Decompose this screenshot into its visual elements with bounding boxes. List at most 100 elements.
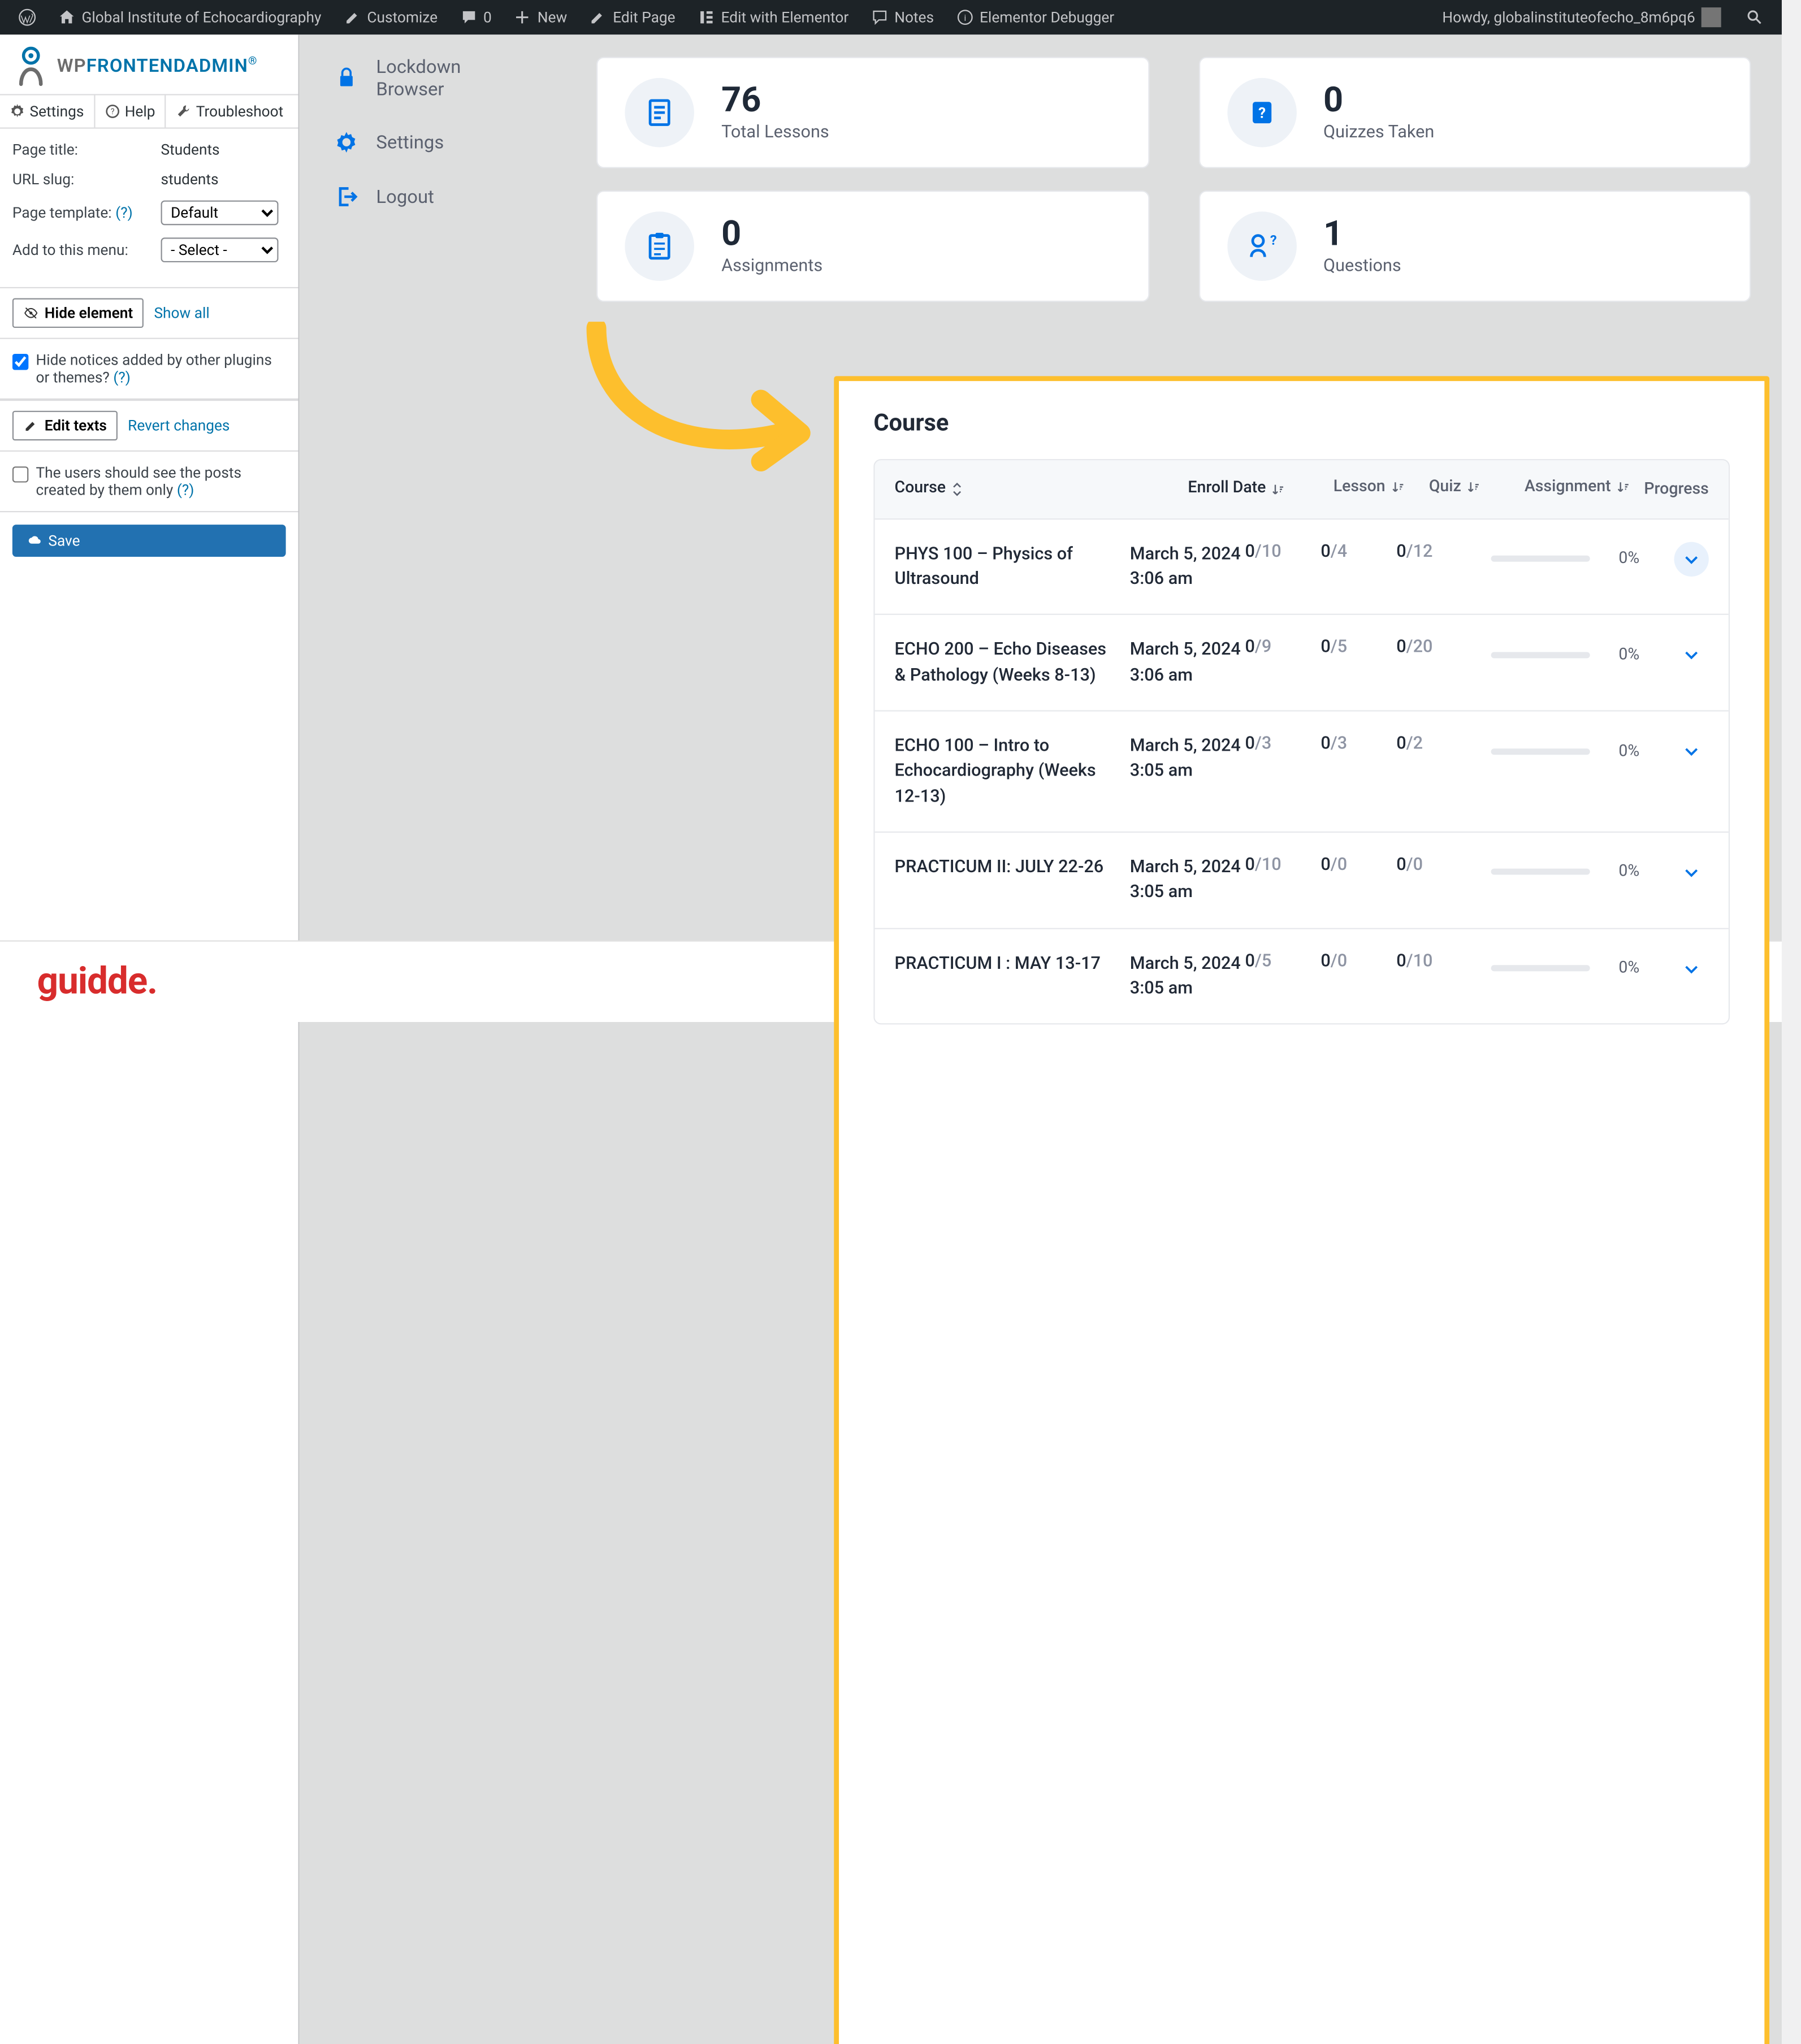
quiz-count: 0/3: [1321, 734, 1396, 753]
progress-bar: [1491, 869, 1590, 876]
progress-percent: 0%: [1603, 863, 1640, 882]
progress-cell: 0%: [1491, 638, 1709, 672]
table-row: PRACTICUM I : MAY 13-17 March 5, 20243:0…: [875, 928, 1729, 1024]
table-row: ECHO 200 – Echo Diseases & Pathology (We…: [875, 614, 1729, 711]
revert-changes-link[interactable]: Revert changes: [128, 417, 230, 435]
troubleshoot-tab[interactable]: Troubleshoot: [166, 96, 293, 128]
sidebar-item-lockdown[interactable]: Lockdown Browser: [300, 41, 566, 115]
logo-icon: [12, 45, 50, 86]
progress-header: Progress: [1644, 480, 1708, 499]
wp-logo[interactable]: [10, 8, 45, 26]
hide-notices-checkbox[interactable]: [12, 354, 28, 370]
frontend-admin-sidebar: WPFRONTENDADMIN® Settings ?Help Troubles…: [0, 34, 300, 2044]
course-section: Course Course Enroll Date Lesson Quiz As…: [834, 376, 1769, 2044]
chevron-down-icon: [1683, 647, 1700, 664]
progress-percent: 0%: [1603, 742, 1640, 760]
assign-icon: [625, 211, 694, 281]
svg-text:?: ?: [110, 107, 114, 116]
progress-cell: 0%: [1491, 951, 1709, 985]
expand-row-button[interactable]: [1674, 542, 1708, 576]
users-posts-check[interactable]: The users should see the posts created b…: [12, 464, 286, 499]
progress-cell: 0%: [1491, 542, 1709, 576]
stat-label: Questions: [1323, 256, 1401, 276]
table-row: PHYS 100 – Physics of Ultrasound March 5…: [875, 518, 1729, 614]
sort-icon: [1616, 480, 1629, 493]
save-button[interactable]: Save: [12, 525, 286, 557]
wrench-icon: [176, 104, 191, 119]
stat-label: Quizzes Taken: [1323, 123, 1434, 142]
sidebar-item-label: Settings: [376, 131, 444, 153]
stat-label: Total Lessons: [721, 123, 829, 142]
course-table: Course Enroll Date Lesson Quiz Assignmen…: [873, 459, 1730, 1025]
sidebar-item-logout[interactable]: Logout: [300, 170, 566, 224]
menu-select[interactable]: - Select -: [161, 237, 279, 262]
comments-link[interactable]: 0: [451, 8, 500, 26]
site-name-text: Global Institute of Echocardiography: [81, 8, 321, 26]
stat-label: Assignments: [721, 256, 822, 276]
customize-link[interactable]: Customize: [335, 8, 446, 26]
chevron-down-icon: [1683, 864, 1700, 881]
edit-elementor-link[interactable]: Edit with Elementor: [689, 8, 858, 26]
elementor-debugger-link[interactable]: iElementor Debugger: [947, 8, 1123, 26]
sort-course[interactable]: Course: [895, 478, 964, 501]
sort-icon: [1466, 480, 1480, 493]
progress-cell: 0%: [1491, 855, 1709, 889]
stat-quizzes: ? 0Quizzes Taken: [1198, 57, 1751, 168]
quiz-icon: ?: [1227, 78, 1296, 148]
notes-link[interactable]: Notes: [862, 8, 942, 26]
template-select[interactable]: Default: [161, 201, 279, 226]
site-name-link[interactable]: Global Institute of Echocardiography: [50, 8, 330, 26]
help-tab[interactable]: ?Help: [95, 96, 166, 128]
eye-slash-icon: [24, 306, 38, 321]
howdy-user[interactable]: Howdy, globalinstituteofecho_8m6pq6: [1434, 7, 1730, 27]
progress-bar: [1491, 965, 1590, 971]
page-title-value: Students: [161, 141, 220, 159]
gear-icon: [10, 104, 25, 119]
table-row: PRACTICUM II: JULY 22-26 March 5, 20243:…: [875, 832, 1729, 928]
assignment-count: 0/10: [1396, 951, 1491, 971]
edit-texts-button[interactable]: Edit texts: [12, 411, 118, 441]
quiz-count: 0/0: [1321, 855, 1396, 874]
logout-icon: [334, 184, 359, 209]
expand-row-button[interactable]: [1674, 951, 1708, 985]
svg-text:?: ?: [1258, 105, 1265, 122]
sort-assignment[interactable]: Assignment: [1525, 478, 1630, 496]
sidebar-item-settings[interactable]: Settings: [300, 115, 566, 170]
expand-row-button[interactable]: [1674, 734, 1708, 768]
settings-tab[interactable]: Settings: [0, 96, 95, 128]
enroll-date: March 5, 20243:05 am: [1130, 951, 1245, 1001]
dashboard-stats: 76Total Lessons ? 0Quizzes Taken 0Assign…: [565, 34, 1782, 347]
sort-enroll[interactable]: Enroll Date: [1188, 478, 1284, 501]
expand-row-button[interactable]: [1674, 855, 1708, 889]
avatar-icon: [1702, 7, 1721, 27]
table-header: Course Enroll Date Lesson Quiz Assignmen…: [875, 460, 1729, 518]
users-posts-checkbox[interactable]: [12, 466, 28, 482]
edit-page-link[interactable]: Edit Page: [581, 8, 684, 26]
svg-text:?: ?: [1270, 232, 1276, 248]
progress-bar: [1491, 748, 1590, 754]
show-all-link[interactable]: Show all: [154, 304, 209, 322]
hide-notices-check[interactable]: Hide notices added by other plugins or t…: [12, 352, 286, 386]
assignment-count: 0/2: [1396, 734, 1491, 753]
frontend-admin-logo: WPFRONTENDADMIN®: [0, 34, 298, 94]
chevron-down-icon: [1683, 959, 1700, 977]
lock-icon: [334, 66, 359, 90]
progress-bar: [1491, 652, 1590, 658]
sort-lesson[interactable]: Lesson: [1334, 478, 1404, 496]
chevron-down-icon: [1683, 551, 1700, 568]
expand-row-button[interactable]: [1674, 638, 1708, 672]
sort-quiz[interactable]: Quiz: [1429, 478, 1480, 496]
search-icon[interactable]: [1737, 8, 1772, 26]
sort-icon: [1390, 480, 1404, 493]
template-help[interactable]: (?): [115, 204, 133, 222]
new-link[interactable]: New: [505, 8, 576, 26]
guidde-logo: guidde.: [37, 960, 157, 1004]
chevron-down-icon: [1683, 742, 1700, 760]
gear-icon: [334, 130, 359, 155]
hide-notices-help[interactable]: (?): [113, 369, 131, 386]
users-posts-help[interactable]: (?): [177, 481, 194, 499]
hide-element-button[interactable]: Hide element: [12, 298, 144, 328]
pencil-icon: [24, 418, 38, 433]
progress-bar: [1491, 556, 1590, 562]
url-slug-value: students: [161, 171, 219, 188]
